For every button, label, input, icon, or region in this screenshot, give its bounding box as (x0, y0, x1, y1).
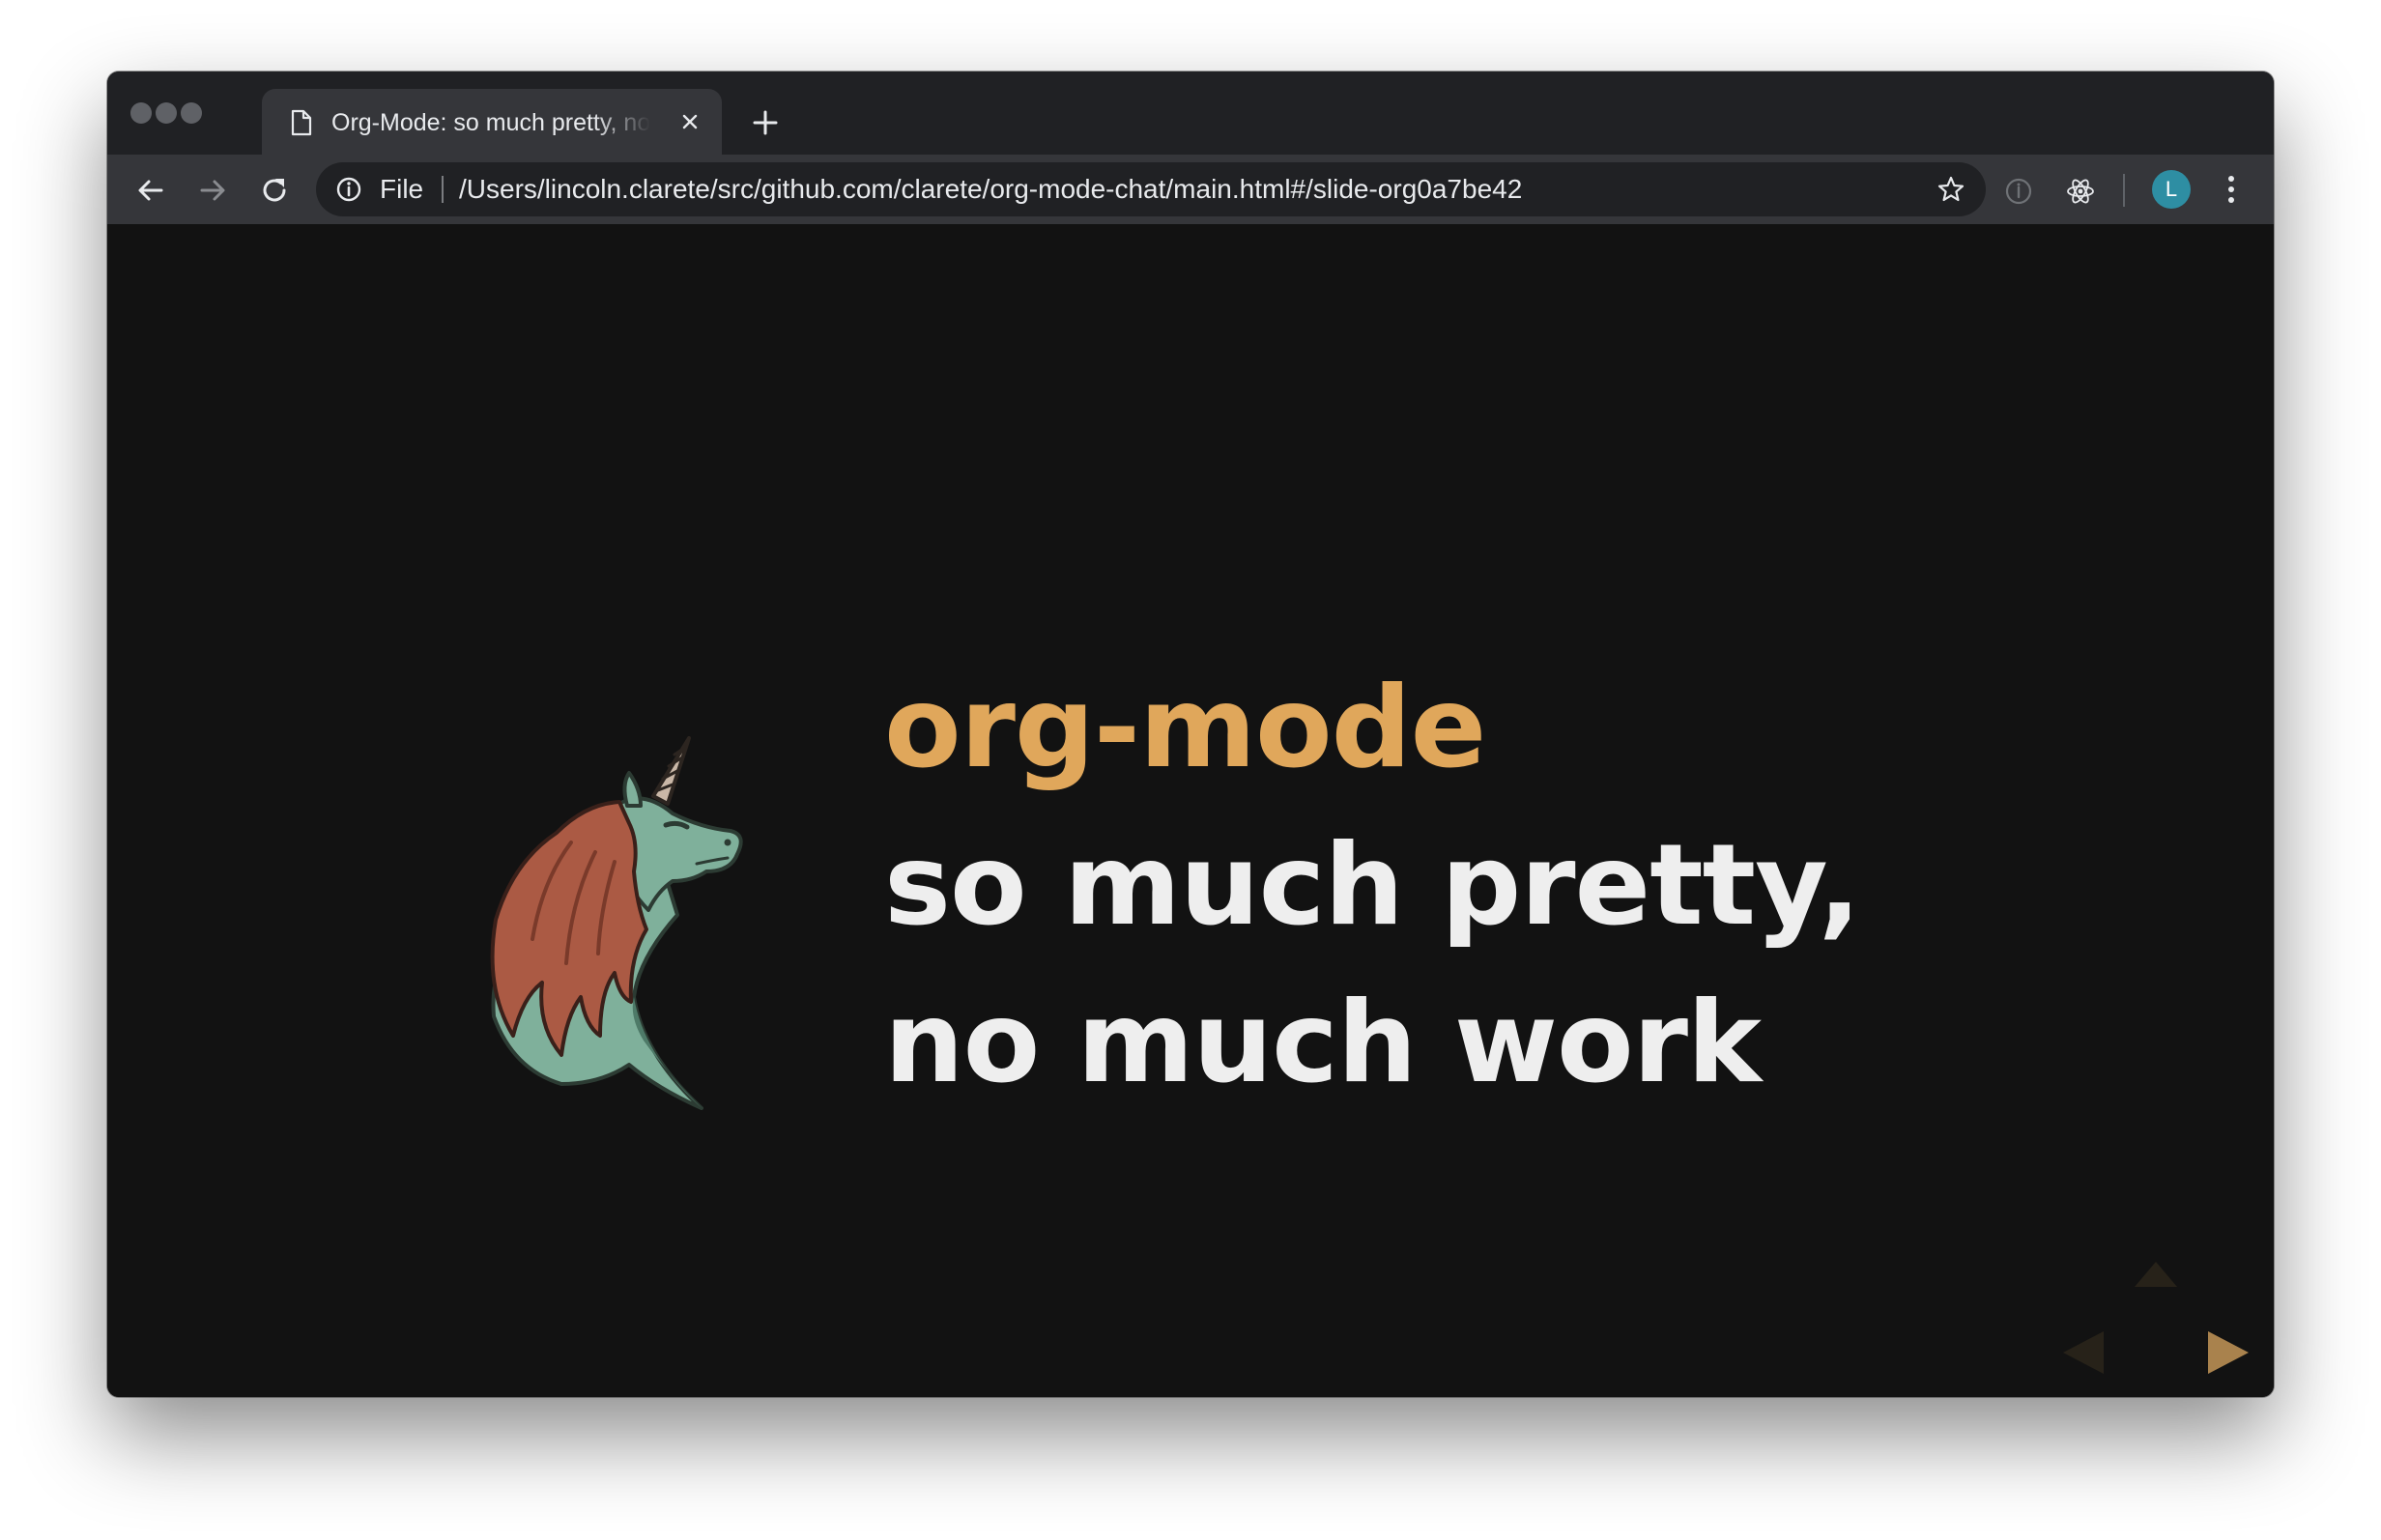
tab-active[interactable]: Org-Mode: so much pretty, no much work (262, 89, 722, 155)
reload-icon[interactable] (258, 174, 291, 207)
scheme-label: File (380, 174, 424, 204)
address-bar[interactable]: File /Users/lincoln.clarete/src/github.c… (316, 162, 1986, 216)
close-icon[interactable] (675, 107, 704, 136)
org-mode-unicorn-logo (490, 736, 743, 1110)
browser-window: Org-Mode: so much pretty, no much work (107, 71, 2274, 1397)
minimize-window-button[interactable] (156, 102, 177, 124)
triangle-left-icon[interactable] (2063, 1331, 2104, 1374)
info-icon[interactable] (335, 176, 362, 203)
arrow-left-icon[interactable] (134, 174, 167, 207)
slide-viewport: org-mode so much pretty, no much work 0 (107, 224, 2274, 1397)
browser-toolbar: File /Users/lincoln.clarete/src/github.c… (107, 155, 2274, 224)
tab-title: Org-Mode: so much pretty, no much work (331, 109, 650, 136)
plus-icon[interactable] (749, 106, 782, 139)
slide-title-line-3: no much work (884, 978, 1762, 1108)
star-icon[interactable] (1936, 174, 1966, 205)
zoom-window-button[interactable] (181, 102, 202, 124)
slide-navigation-controls (2063, 1262, 2249, 1374)
avatar[interactable]: L (2152, 170, 2191, 209)
toolbar-divider (2123, 174, 2125, 207)
title-bar: Org-Mode: so much pretty, no much work (107, 71, 2274, 155)
triangle-right-icon[interactable] (2208, 1331, 2249, 1374)
triangle-up-icon[interactable] (2135, 1262, 2177, 1287)
omnibox-separator (442, 176, 444, 203)
react-atom-icon[interactable] (2065, 176, 2096, 207)
kebab-menu-icon[interactable] (2223, 172, 2239, 207)
slide-title: org-mode so much pretty, no much work (884, 649, 2044, 1122)
info-circle-icon[interactable] (2003, 176, 2034, 207)
url-text[interactable]: /Users/lincoln.clarete/src/github.com/cl… (459, 174, 1522, 205)
close-window-button[interactable] (130, 102, 152, 124)
document-icon (291, 109, 312, 136)
slide-title-line-2: so much pretty, (884, 820, 1861, 951)
arrow-right-icon[interactable] (196, 174, 229, 207)
slide-title-highlight: org-mode (884, 663, 1486, 793)
